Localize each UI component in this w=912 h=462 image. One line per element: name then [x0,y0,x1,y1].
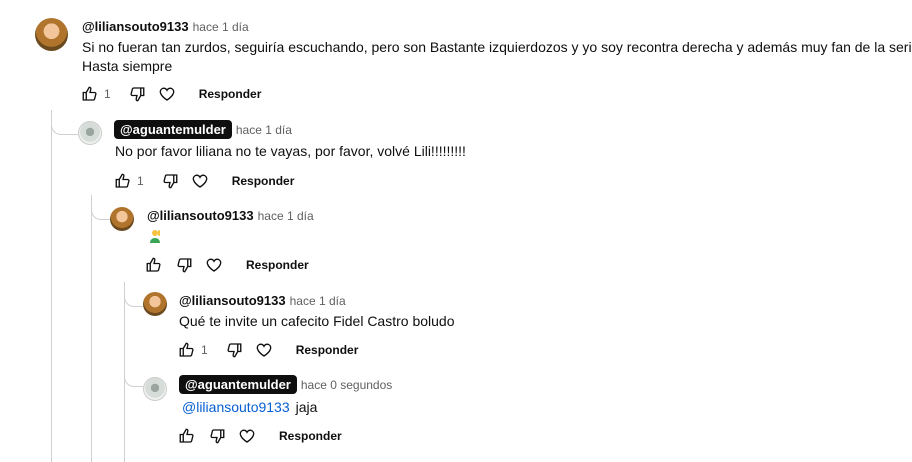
comment-text: @liliansouto9133 jaja [182,398,317,417]
timestamp[interactable]: hace 1 día [258,209,314,223]
thumbs-up-icon[interactable] [177,340,197,360]
comment-header: @aguantemulder hace 0 segundos [179,375,392,394]
reply-button[interactable]: Responder [232,174,295,188]
timestamp[interactable]: hace 1 día [236,123,292,137]
timestamp[interactable]: hace 1 día [193,20,249,34]
thread-line [91,195,92,462]
comment-header: @liliansouto9133 hace 1 día [179,293,346,308]
author-name[interactable]: @liliansouto9133 [82,19,189,34]
heart-icon[interactable] [254,340,274,360]
reply-button[interactable]: Responder [279,429,342,443]
thread-connector [91,197,110,220]
author-name[interactable]: @aguantemulder [179,375,297,394]
thumbs-up-icon[interactable] [144,255,164,275]
person-raising-hand-emoji [147,228,163,244]
comment-header: @liliansouto9133 hace 1 día [147,208,314,223]
author-name[interactable]: @liliansouto9133 [179,293,286,308]
thumbs-up-icon[interactable] [80,84,100,104]
heart-icon[interactable] [190,171,210,191]
comment-actions: 1 Responder [113,169,294,193]
timestamp[interactable]: hace 1 día [290,294,346,308]
avatar[interactable] [110,207,134,231]
comment-text: Si no fueran tan zurdos, seguiría escuch… [82,39,912,55]
thread-connector [51,112,78,135]
thumbs-down-icon[interactable] [224,340,244,360]
comment-actions: 1 Responder [177,338,358,362]
like-count: 1 [104,87,111,101]
avatar[interactable] [35,18,68,51]
thumbs-up-icon[interactable] [177,426,197,446]
comment-header: @liliansouto9133 hace 1 día [82,19,249,34]
thread-connector [124,364,143,387]
heart-icon[interactable] [157,84,177,104]
comment-text: No por favor liliana no te vayas, por fa… [115,143,466,159]
avatar[interactable] [143,292,167,316]
comment-header: @aguantemulder hace 1 día [114,120,292,139]
heart-icon[interactable] [204,255,224,275]
comment-text: Qué te invite un cafecito Fidel Castro b… [179,313,455,329]
thumbs-up-icon[interactable] [113,171,133,191]
thumbs-down-icon[interactable] [160,171,180,191]
reply-button[interactable]: Responder [246,258,309,272]
heart-icon[interactable] [237,426,257,446]
author-name[interactable]: @liliansouto9133 [147,208,254,223]
reply-button[interactable]: Responder [199,87,262,101]
comment-actions: Responder [144,253,309,277]
reply-button[interactable]: Responder [296,343,359,357]
comment-text [147,228,163,249]
avatar[interactable] [143,377,167,401]
comment-actions: Responder [177,424,342,448]
thread-connector [124,284,143,307]
comment-text: Hasta siempre [82,58,173,74]
thumbs-down-icon[interactable] [174,255,194,275]
mention-link[interactable]: @liliansouto9133 [182,399,290,415]
comment-body: jaja [295,399,318,415]
thumbs-down-icon[interactable] [207,426,227,446]
thread-line [51,110,52,462]
comment-actions: 1 Responder [80,82,261,106]
author-name[interactable]: @aguantemulder [114,120,232,139]
like-count: 1 [201,343,208,357]
avatar[interactable] [78,121,102,145]
timestamp[interactable]: hace 0 segundos [301,378,392,392]
thumbs-down-icon[interactable] [127,84,147,104]
like-count: 1 [137,174,144,188]
